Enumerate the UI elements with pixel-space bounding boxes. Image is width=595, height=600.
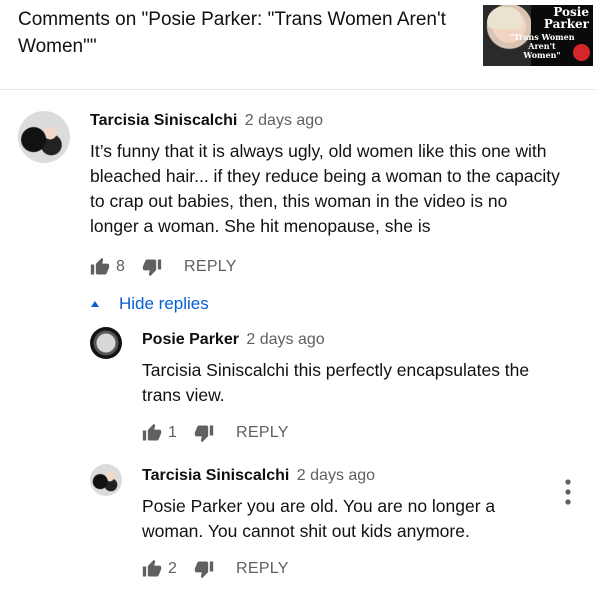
comment-meta: Tarcisia Siniscalchi 2 days ago (90, 111, 323, 131)
dislike-icon[interactable] (194, 559, 214, 579)
hide-replies-toggle[interactable]: Hide replies (90, 293, 209, 315)
dislike-icon[interactable] (194, 423, 214, 443)
reply-button[interactable]: REPLY (236, 424, 289, 442)
thumbnail-subtitle: "Trans Women Aren't Women" (509, 32, 575, 60)
reply-meta: Tarcisia Siniscalchi 2 days ago (142, 466, 375, 486)
reply-button[interactable]: REPLY (236, 560, 289, 578)
like-count: 8 (116, 258, 125, 275)
like-icon[interactable] (142, 559, 162, 579)
like-icon[interactable] (142, 423, 162, 443)
comment-actions: 8 REPLY (90, 255, 237, 279)
more-vert-icon[interactable] (564, 479, 572, 505)
reply-text: Tarcisia Siniscalchi this perfectly enca… (142, 360, 530, 405)
comment-time[interactable]: 2 days ago (245, 112, 323, 129)
thumbnail-badge-icon (573, 44, 590, 61)
video-thumbnail[interactable]: Posie Parker "Trans Women Aren't Women" (483, 5, 593, 66)
comments-header: Comments on "Posie Parker: "Trans Women … (0, 0, 595, 89)
avatar[interactable] (90, 327, 122, 359)
like-count: 2 (168, 560, 177, 577)
like-count: 1 (168, 424, 177, 441)
page-title: Comments on "Posie Parker: "Trans Women … (18, 9, 446, 57)
reply-text: Posie Parker you are old. You are no lon… (142, 496, 496, 541)
reply-author[interactable]: Posie Parker (142, 331, 239, 348)
reply-meta: Posie Parker 2 days ago (142, 330, 325, 350)
reply-time[interactable]: 2 days ago (297, 467, 375, 484)
comment-author[interactable]: Tarcisia Siniscalchi (90, 112, 237, 129)
reply-actions: 2 REPLY (142, 557, 289, 581)
thumbnail-name-line2: Parker (543, 17, 589, 31)
reply-actions: 1 REPLY (142, 421, 289, 445)
caret-up-icon (91, 301, 99, 307)
dislike-icon[interactable] (142, 257, 162, 277)
header-divider (0, 89, 595, 90)
like-icon[interactable] (90, 257, 110, 277)
thumbnail-name: Posie Parker (544, 6, 589, 30)
avatar[interactable] (18, 111, 70, 163)
hide-replies-label: Hide replies (119, 294, 209, 313)
reply-author[interactable]: Tarcisia Siniscalchi (142, 467, 289, 484)
reply-time[interactable]: 2 days ago (246, 331, 324, 348)
reply-button[interactable]: REPLY (184, 258, 237, 276)
thumbnail-hair (487, 7, 523, 29)
avatar[interactable] (90, 464, 122, 496)
comment-text: It’s funny that it is always ugly, old w… (90, 141, 560, 236)
